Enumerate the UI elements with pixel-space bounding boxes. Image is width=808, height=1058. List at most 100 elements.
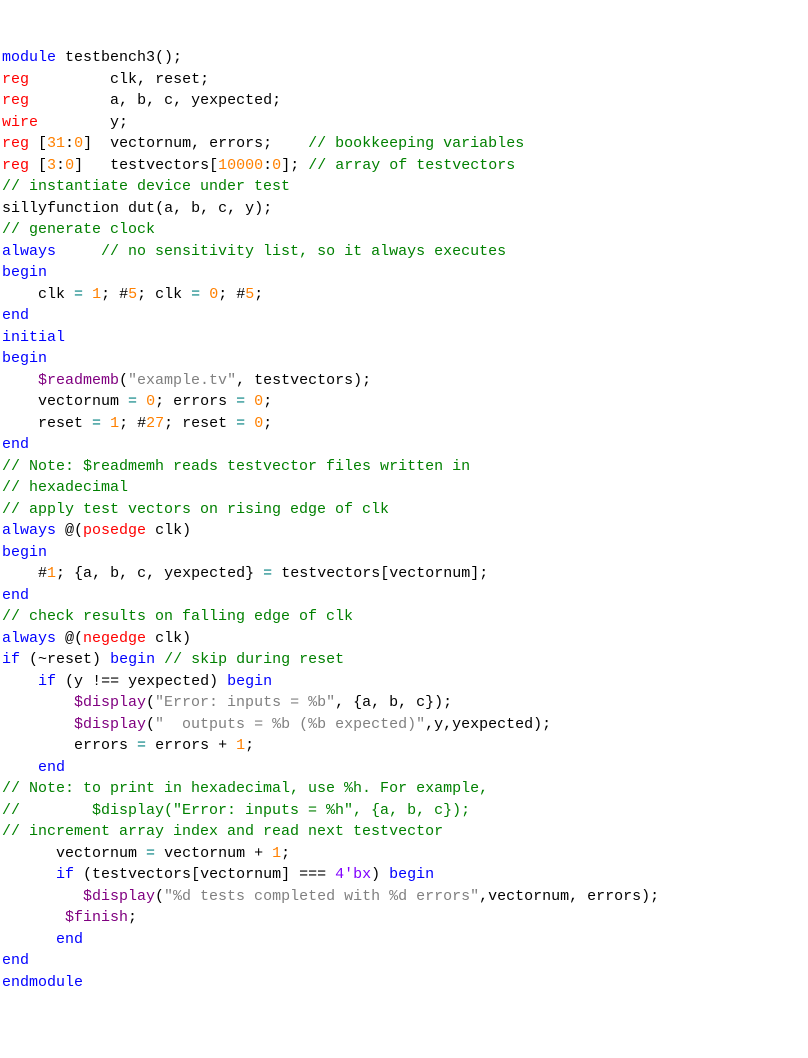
id-c: c: [137, 565, 146, 582]
sys-finish: $finish: [65, 909, 128, 926]
punct: [101, 415, 110, 432]
punct: ;: [263, 415, 272, 432]
punct: ; {: [56, 565, 83, 582]
punct: ;: [119, 114, 128, 131]
punct: ;: [200, 71, 209, 88]
punct: [245, 415, 254, 432]
punct: [: [29, 157, 47, 174]
punct: ,: [236, 372, 254, 389]
code-listing: module testbench3(); reg clk, reset; reg…: [2, 47, 806, 993]
punct: ,: [119, 565, 137, 582]
comment: // Note: $readmemh reads testvector file…: [2, 458, 470, 475]
num-5: 5: [128, 286, 137, 303]
punct: (: [155, 200, 164, 217]
kw-end: end: [2, 307, 29, 324]
kw-always: always: [2, 630, 56, 647]
num-5: 5: [245, 286, 254, 303]
op-eq: =: [92, 415, 101, 432]
num-1: 1: [92, 286, 101, 303]
punct: ;: [263, 393, 272, 410]
punct: [2, 694, 74, 711]
id-a: a: [362, 694, 371, 711]
num-0: 0: [272, 157, 281, 174]
punct: }: [245, 565, 263, 582]
punct: ; #: [218, 286, 245, 303]
punct: (: [155, 888, 164, 905]
punct: (: [146, 716, 155, 733]
kw-always: always: [2, 243, 56, 260]
kw-end: end: [38, 759, 65, 776]
punct: [2, 393, 38, 410]
id-yexpected: yexpected: [452, 716, 533, 733]
op-eq: =: [146, 845, 155, 862]
punct: (: [119, 372, 128, 389]
id-reset: reset: [47, 651, 92, 668]
comment: // bookkeeping variables: [308, 135, 524, 152]
id-testvectors: testvectors: [110, 157, 209, 174]
id-yexpected: yexpected: [128, 673, 209, 690]
kw-reg: reg: [2, 92, 29, 109]
num-0: 0: [146, 393, 155, 410]
punct: ,: [443, 716, 452, 733]
punct: (: [56, 673, 74, 690]
punct: );: [533, 716, 551, 733]
id-c: c: [416, 694, 425, 711]
punct: ,: [191, 135, 209, 152]
punct: ];: [470, 565, 488, 582]
punct: :: [65, 135, 74, 152]
punct: (: [146, 694, 155, 711]
id-y: y: [434, 716, 443, 733]
num-0: 0: [65, 157, 74, 174]
punct: [2, 372, 38, 389]
punct: ): [182, 522, 191, 539]
id-testvectors: testvectors: [92, 866, 191, 883]
punct: [2, 415, 38, 432]
punct: ]: [74, 157, 110, 174]
id-a: a: [164, 200, 173, 217]
punct: ,: [119, 92, 137, 109]
punct: :: [263, 157, 272, 174]
comment: // skip during reset: [164, 651, 344, 668]
id-errors: errors: [209, 135, 263, 152]
num-0: 0: [254, 393, 263, 410]
str-error: "Error: inputs = %b": [155, 694, 335, 711]
id-testvectors: testvectors: [281, 565, 380, 582]
op-eq: =: [191, 286, 200, 303]
kw-reg: reg: [2, 157, 29, 174]
punct: ): [182, 630, 191, 647]
kw-negedge: negedge: [83, 630, 146, 647]
num-0: 0: [254, 415, 263, 432]
id-b: b: [389, 694, 398, 711]
comment: // hexadecimal: [2, 479, 128, 496]
id-testvectors: testvectors: [254, 372, 353, 389]
punct: [2, 909, 65, 926]
id-vectornum: vectornum: [200, 866, 281, 883]
punct: ): [371, 866, 389, 883]
kw-reg: reg: [2, 71, 29, 88]
punct: [2, 286, 38, 303]
id-y: y: [245, 200, 254, 217]
punct: (~: [20, 651, 47, 668]
punct: ;: [155, 393, 173, 410]
str-outputs: " outputs = %b (%b expected)": [155, 716, 425, 733]
punct: ]: [83, 135, 110, 152]
sys-display: $display: [74, 716, 146, 733]
id-reset: reset: [182, 415, 227, 432]
sys-display: $display: [74, 694, 146, 711]
punct: ): [209, 673, 227, 690]
sys-readmemb: $readmemb: [38, 372, 119, 389]
punct: [56, 49, 65, 66]
punct: [137, 393, 146, 410]
punct: ;: [137, 286, 155, 303]
comment: // check results on falling edge of clk: [2, 608, 353, 625]
punct: [2, 759, 38, 776]
punct: ,: [173, 200, 191, 217]
id-sillyfunction: sillyfunction: [2, 200, 119, 217]
punct: [2, 888, 83, 905]
kw-if: if: [2, 651, 20, 668]
punct: [128, 737, 137, 754]
punct: ;: [254, 286, 263, 303]
comment: // array of testvectors: [308, 157, 515, 174]
punct: ,: [227, 200, 245, 217]
id-vectornum: vectornum: [389, 565, 470, 582]
